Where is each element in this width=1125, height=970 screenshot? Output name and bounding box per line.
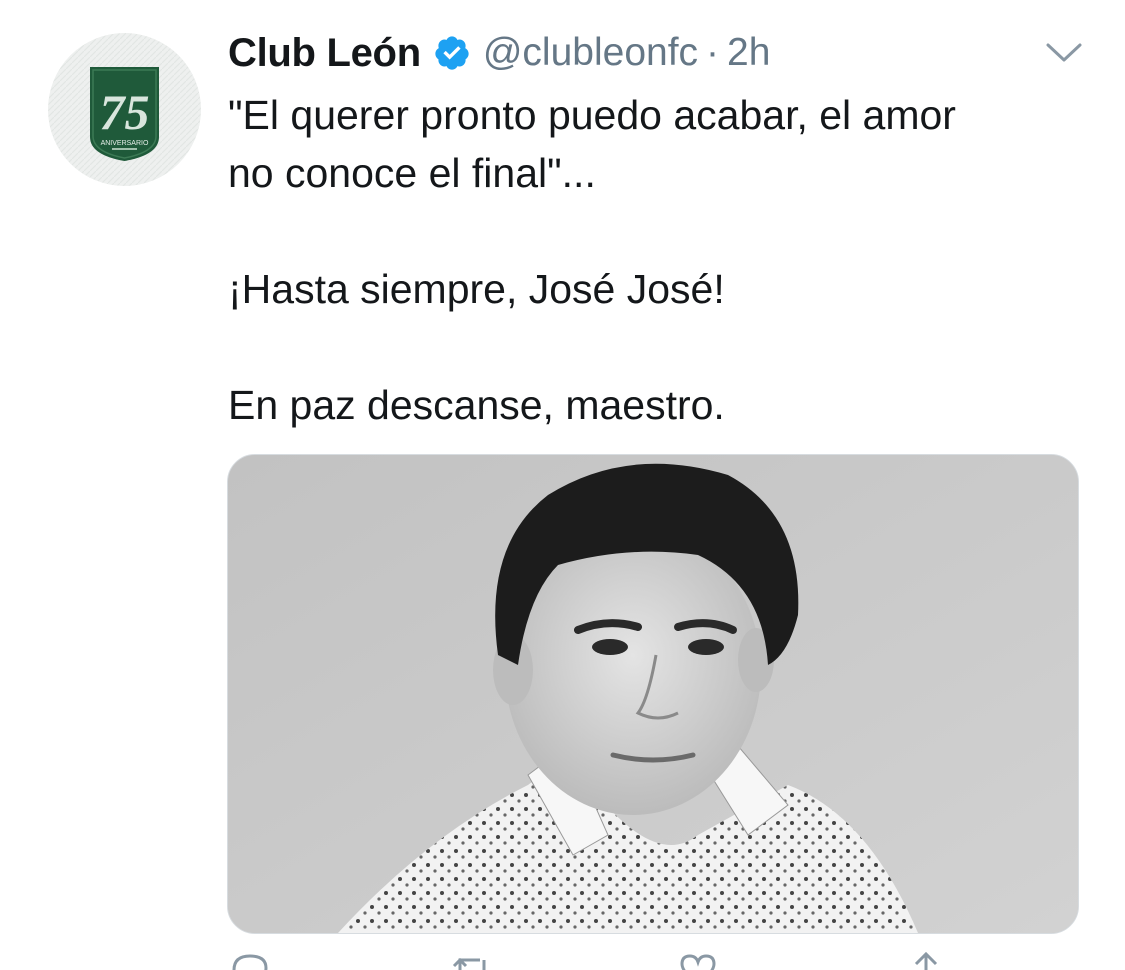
reply-icon xyxy=(232,954,268,970)
tweet-text-line: ¡Hasta siempre, José José! xyxy=(228,266,725,312)
user-handle[interactable]: @clubleonfc xyxy=(483,31,698,75)
tweet-text-line: no conoce el final"... xyxy=(228,150,596,196)
share-button[interactable] xyxy=(904,950,948,970)
chevron-down-icon[interactable] xyxy=(1044,40,1084,66)
timestamp[interactable]: 2h xyxy=(727,31,770,75)
share-icon xyxy=(914,951,938,970)
svg-text:ANIVERSARIO: ANIVERSARIO xyxy=(101,140,149,147)
tweet[interactable]: 75 ANIVERSARIO Club León @clubleonfc · 2… xyxy=(0,0,1125,970)
tweet-text-line: "El querer pronto puedo acabar, el amor xyxy=(228,92,956,138)
retweet-icon xyxy=(452,957,486,970)
separator-dot: · xyxy=(706,31,720,74)
display-name[interactable]: Club León xyxy=(228,31,421,76)
tweet-header: Club León @clubleonfc · 2h xyxy=(228,26,770,80)
tweet-text: "El querer pronto puedo acabar, el amor … xyxy=(228,86,1088,434)
verified-badge-icon xyxy=(433,34,471,72)
tweet-actions xyxy=(228,950,1088,970)
tweet-photo[interactable] xyxy=(227,454,1079,934)
like-button[interactable] xyxy=(676,950,736,970)
heart-icon xyxy=(680,954,716,970)
reply-button[interactable] xyxy=(228,950,288,970)
portrait-photo xyxy=(228,455,1078,933)
avatar[interactable]: 75 ANIVERSARIO xyxy=(48,33,201,186)
club-leon-logo: 75 ANIVERSARIO xyxy=(48,33,201,186)
retweet-button[interactable] xyxy=(450,950,510,970)
tweet-text-line: En paz descanse, maestro. xyxy=(228,382,725,428)
svg-text:75: 75 xyxy=(100,84,150,140)
